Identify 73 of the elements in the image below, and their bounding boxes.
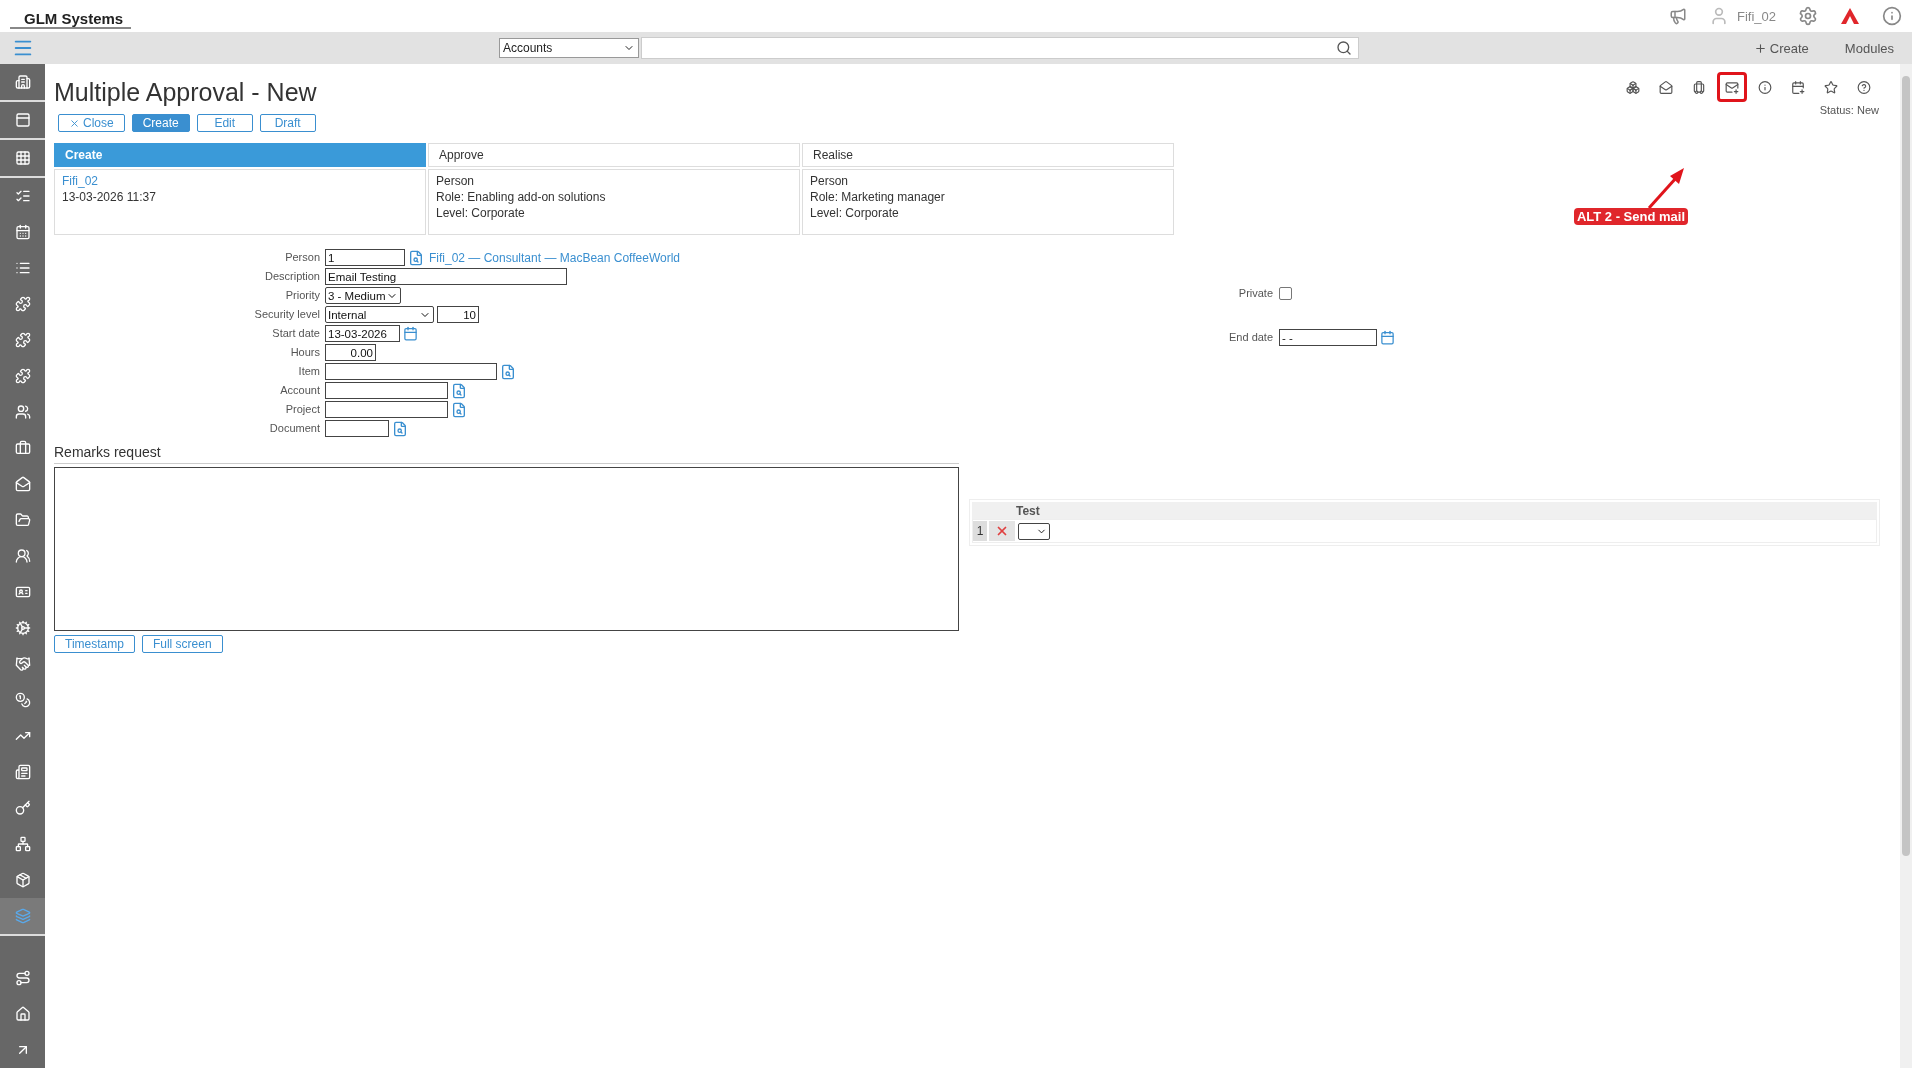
- field-label: Description: [263, 269, 320, 284]
- page-title: Multiple Approval - New: [54, 78, 317, 107]
- send-mail-icon[interactable]: [1717, 72, 1747, 102]
- user-link[interactable]: Fifi_02: [62, 174, 418, 188]
- user-name[interactable]: Fifi_02: [1736, 8, 1776, 24]
- action-button[interactable]: Timestamp: [54, 635, 135, 653]
- search-icon[interactable]: [1336, 40, 1352, 56]
- workflow-step[interactable]: Realise: [802, 143, 1174, 167]
- select-field[interactable]: Internal: [325, 306, 434, 323]
- field-label: Start date: [271, 326, 320, 341]
- create-link[interactable]: Create: [1753, 40, 1809, 56]
- column-header: Test: [1016, 503, 1040, 518]
- field-label: Document: [268, 421, 320, 436]
- modules-link[interactable]: Modules: [1844, 40, 1894, 56]
- field-label: End date: [1229, 330, 1274, 345]
- input-field[interactable]: [325, 401, 448, 418]
- private-checkbox[interactable]: [1279, 287, 1293, 300]
- input-field[interactable]: [325, 363, 497, 380]
- remarks-field[interactable]: [54, 467, 959, 631]
- action-button[interactable]: Edit: [196, 114, 253, 132]
- field-label: Project: [284, 402, 320, 417]
- step-text: 13-03-2026 11:37: [62, 190, 157, 204]
- scope-select[interactable]: Accounts: [499, 38, 639, 58]
- field-label: Security level: [253, 307, 320, 322]
- input-field[interactable]: [325, 382, 448, 399]
- input-field[interactable]: Email Testing: [325, 268, 567, 285]
- step-text: Person: [436, 174, 476, 188]
- lookup-icon[interactable]: [451, 401, 467, 418]
- workflow-step[interactable]: Approve: [428, 143, 800, 167]
- step-text: Person: [810, 174, 850, 188]
- lookup-icon[interactable]: [451, 382, 467, 399]
- calendar-icon[interactable]: [1380, 330, 1396, 345]
- select-field[interactable]: [1018, 522, 1050, 540]
- lookup-icon[interactable]: [500, 363, 516, 380]
- select-field[interactable]: 3 - Medium: [325, 287, 401, 304]
- action-button[interactable]: Full screen: [141, 635, 223, 653]
- field-label: Hours: [289, 345, 320, 360]
- input-field[interactable]: [325, 420, 389, 437]
- close-button[interactable]: Close: [58, 114, 125, 132]
- row-number: 1: [973, 521, 987, 541]
- step-text: Role: Marketing manager: [810, 190, 946, 204]
- field-label: Priority: [284, 288, 320, 303]
- delete-icon[interactable]: [989, 521, 1015, 541]
- settings-icon[interactable]: [1798, 6, 1818, 26]
- field-label: Person: [284, 250, 320, 265]
- close-icon: [69, 117, 80, 129]
- input-field[interactable]: 0.00: [325, 344, 376, 361]
- annotation-arrow: [1646, 166, 1686, 210]
- field-label: Item: [297, 364, 320, 379]
- field-label: Account: [279, 383, 320, 398]
- date-field[interactable]: 13-03-2026: [325, 325, 400, 342]
- logo[interactable]: GLM Systems: [10, 3, 132, 29]
- lookup-icon[interactable]: [408, 249, 424, 266]
- input-field[interactable]: 1: [325, 249, 405, 266]
- date-field[interactable]: - -: [1279, 329, 1378, 346]
- info-icon[interactable]: [1882, 6, 1902, 26]
- field-label: Private: [1237, 286, 1274, 301]
- input-field[interactable]: 10: [437, 306, 479, 323]
- step-text: Level: Corporate: [436, 206, 526, 220]
- section-title: Remarks request: [54, 444, 959, 464]
- action-button[interactable]: Draft: [259, 114, 316, 132]
- plus-icon: [1753, 41, 1767, 55]
- annotation-label: ALT 2 - Send mail: [1573, 208, 1688, 225]
- search-field[interactable]: [641, 37, 1359, 59]
- step-text: Level: Corporate: [810, 206, 900, 220]
- status-text: Status: New: [1819, 104, 1879, 116]
- lookup-icon[interactable]: [392, 420, 408, 437]
- megaphone-icon[interactable]: [1668, 7, 1687, 25]
- step-text: Role: Enabling add-on solutions: [436, 190, 607, 204]
- triangle-logo-icon[interactable]: [1840, 7, 1860, 25]
- person-link[interactable]: Fifi_02 — Consultant — MacBean CoffeeWorld: [429, 250, 680, 265]
- calendar-icon[interactable]: [403, 326, 418, 341]
- scrollbar[interactable]: [1900, 64, 1912, 1068]
